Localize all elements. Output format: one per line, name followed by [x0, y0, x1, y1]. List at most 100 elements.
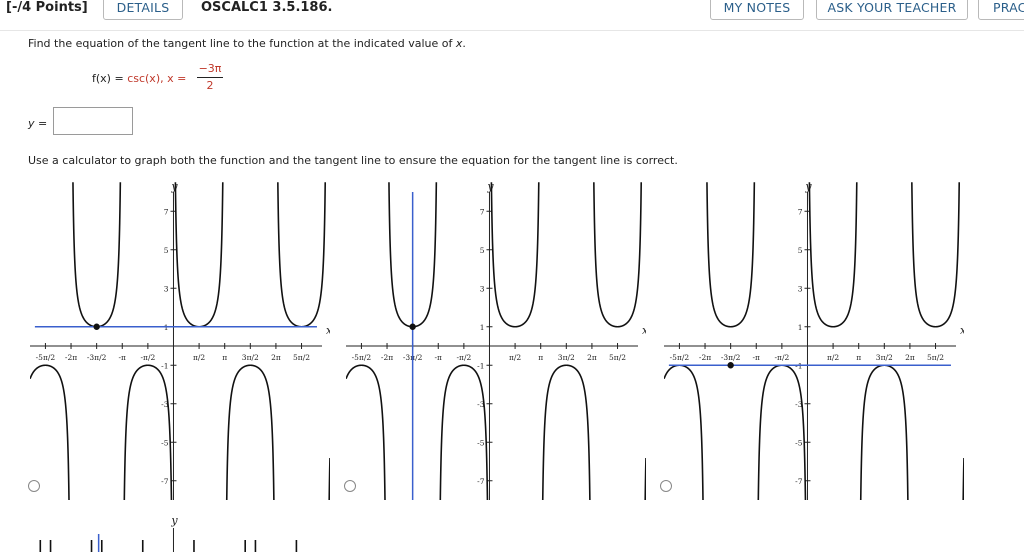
- graph-option-d-partial: y: [39, 514, 298, 552]
- x-tick-label: -3π/2: [721, 353, 741, 362]
- csc-branch: [859, 364, 909, 500]
- x-tick-label: -π: [435, 353, 443, 362]
- csc-branch: [593, 182, 643, 328]
- x-tick-label: -5π/2: [670, 353, 690, 362]
- x-tick-label: π/2: [193, 353, 205, 362]
- y-tick-label: -5: [161, 438, 169, 447]
- function-lhs: f(x) =: [92, 72, 128, 85]
- csc-branch: [962, 457, 964, 500]
- csc-branch: [328, 457, 330, 500]
- x-value-denominator: 2: [206, 79, 214, 92]
- csc-branch: [808, 182, 858, 328]
- y-tick-label: 5: [164, 246, 169, 255]
- y-tick-label: 3: [798, 284, 803, 293]
- csc-branch: [911, 182, 961, 328]
- x-tick-label: -2π: [699, 353, 711, 362]
- ask-your-teacher-button[interactable]: ASK YOUR TEACHER: [816, 0, 968, 20]
- points-label: [-/4 Points]: [6, 0, 88, 15]
- csc-branch: [277, 182, 327, 328]
- csc-branch: [174, 182, 224, 328]
- x-tick-label: -2π: [65, 353, 77, 362]
- prompt-text: Find the equation of the tangent line to…: [28, 37, 456, 50]
- x-tick-label: -π/2: [774, 353, 789, 362]
- y-tick-label: 5: [480, 246, 485, 255]
- x-tick-label: π/2: [509, 353, 521, 362]
- tangent-point: [409, 323, 416, 330]
- y-tick-label: 1: [798, 323, 803, 332]
- radio-option-c[interactable]: [660, 480, 672, 492]
- x-axis-label: x: [960, 324, 964, 337]
- y-axis-label: y: [804, 180, 812, 193]
- x-tick-label: π: [856, 353, 861, 362]
- x-tick-label: 2π: [587, 353, 597, 362]
- x-tick-label: -5π/2: [352, 353, 372, 362]
- x-tick-label: 3π/2: [242, 353, 259, 362]
- radio-option-b[interactable]: [344, 480, 356, 492]
- csc-branch: [225, 364, 275, 500]
- fraction-bar: [197, 77, 223, 78]
- x-tick-label: -π/2: [456, 353, 471, 362]
- header-divider: [0, 30, 1024, 31]
- graph-option-a: x y -5π/2 -2π -3π/2 -π -π/2 π/2 π 3π/2 2π 5π/2 -7 -5 -…: [30, 180, 330, 500]
- y-tick-label: -1: [477, 361, 484, 370]
- x-value-fraction: −3π 2: [197, 62, 223, 92]
- x-tick-label: -π: [753, 353, 761, 362]
- y-tick-label: -5: [477, 438, 485, 447]
- y-tick-label: -7: [795, 477, 803, 486]
- x-tick-label: -2π: [381, 353, 393, 362]
- graph-option-c: xy-5π/2-2π-3π/2-π-π/2π/2π3π/22π5π/2-7-5-…: [664, 180, 964, 500]
- y-axis-label: y: [486, 180, 494, 193]
- question-prompt: Find the equation of the tangent line to…: [28, 37, 466, 50]
- graph-option-b: xy-5π/2-2π-3π/2-π-π/2π/2π3π/22π5π/2-7-5-…: [346, 180, 646, 500]
- tangent-line-answer-input[interactable]: [53, 107, 133, 135]
- csc-branch: [644, 457, 646, 500]
- x-value-numerator: −3π: [198, 62, 222, 75]
- y-tick-label: -5: [795, 438, 803, 447]
- x-tick-label: -3π/2: [87, 353, 107, 362]
- y-tick-label: -7: [477, 477, 485, 486]
- y-tick-label: 7: [480, 207, 485, 216]
- x-tick-label: π: [222, 353, 227, 362]
- y-axis-label: y: [170, 180, 178, 193]
- x-tick-label: 5π/2: [293, 353, 310, 362]
- function-expression: f(x) = csc(x), x =: [92, 72, 186, 85]
- y-tick-label: -7: [161, 477, 169, 486]
- x-tick-label: 5π/2: [609, 353, 626, 362]
- x-tick-label: 5π/2: [927, 353, 944, 362]
- y-tick-label: 7: [798, 207, 803, 216]
- my-notes-button[interactable]: MY NOTES: [710, 0, 804, 20]
- y-tick-label: 3: [164, 284, 169, 293]
- practice-button[interactable]: PRAC: [978, 0, 1024, 20]
- radio-option-a[interactable]: [28, 480, 40, 492]
- x-tick-label: 3π/2: [876, 353, 893, 362]
- answer-label: y =: [28, 117, 48, 130]
- csc-branch: [541, 364, 591, 500]
- details-button[interactable]: DETAILS: [103, 0, 183, 20]
- csc-branch: [490, 182, 540, 328]
- tangent-point: [727, 362, 734, 369]
- x-axis-label: x: [326, 324, 330, 337]
- y-axis-label: y: [170, 514, 178, 527]
- x-tick-label: -5π/2: [36, 353, 56, 362]
- x-tick-label: 2π: [271, 353, 281, 362]
- y-tick-label: -1: [161, 361, 168, 370]
- y-tick-label: 5: [798, 246, 803, 255]
- x-tick-label: 2π: [905, 353, 915, 362]
- y-tick-label: 7: [164, 207, 169, 216]
- y-tick-label: 1: [480, 323, 485, 332]
- y-tick-label: 3: [480, 284, 485, 293]
- x-tick-label: -π/2: [140, 353, 155, 362]
- x-tick-label: -π: [119, 353, 127, 362]
- instruction-text: Use a calculator to graph both the funct…: [28, 154, 678, 167]
- x-tick-label: π: [538, 353, 543, 362]
- question-header: [-/4 Points] DETAILS OSCALC1 3.5.186. MY…: [0, 0, 1024, 30]
- x-tick-label: π/2: [827, 353, 839, 362]
- csc-branch: [72, 182, 122, 328]
- question-code: OSCALC1 3.5.186.: [201, 0, 333, 15]
- x-tick-label: 3π/2: [558, 353, 575, 362]
- x-axis-label: x: [642, 324, 646, 337]
- tangent-point: [93, 323, 100, 330]
- prompt-end: .: [462, 37, 466, 50]
- csc-branch: [706, 182, 756, 328]
- function-rhs: csc(x), x =: [127, 72, 187, 85]
